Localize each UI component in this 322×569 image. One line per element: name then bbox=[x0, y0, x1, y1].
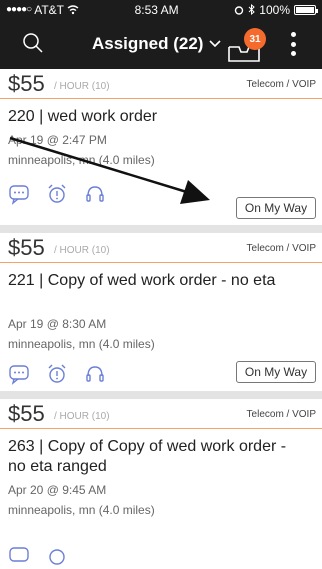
work-order-date: Apr 19 @ 8:30 AM bbox=[8, 317, 107, 331]
chat-icon[interactable] bbox=[8, 183, 30, 205]
price: $55 bbox=[8, 71, 45, 96]
work-order-date: Apr 19 @ 2:47 PM bbox=[8, 133, 107, 147]
work-order-title: 263 | Copy of Copy of wed work order - n… bbox=[8, 438, 287, 475]
clock: 8:53 AM bbox=[134, 2, 179, 17]
work-order-card[interactable]: $55 / HOUR (10) Telecom / VOIP 221 | Cop… bbox=[0, 233, 322, 391]
rate-unit: / HOUR (10) bbox=[54, 411, 110, 422]
category-tag: Telecom / VOIP bbox=[246, 409, 316, 420]
carrier-label: AT&T bbox=[34, 2, 64, 17]
headset-icon[interactable] bbox=[84, 363, 106, 385]
work-order-card[interactable]: $55 / HOUR (10) Telecom / VOIP 220 | wed… bbox=[0, 69, 322, 225]
page-title: Assigned (22) bbox=[92, 34, 204, 53]
work-order-location: minneapolis, mn (4.0 miles) bbox=[8, 503, 155, 517]
nav-bar: Assigned (22) 31 bbox=[0, 19, 322, 69]
category-tag: Telecom / VOIP bbox=[246, 79, 316, 90]
card-separator bbox=[0, 225, 322, 233]
rate-unit: / HOUR (10) bbox=[54, 245, 110, 256]
inbox-button[interactable]: 31 bbox=[227, 28, 269, 62]
category-tag: Telecom / VOIP bbox=[246, 243, 316, 254]
work-order-title: 220 | wed work order bbox=[8, 108, 158, 125]
battery-icon bbox=[294, 4, 318, 15]
alarm-clock-icon[interactable] bbox=[46, 545, 68, 567]
card-header: $55 / HOUR (10) Telecom / VOIP bbox=[0, 233, 322, 263]
price: $55 bbox=[8, 401, 45, 426]
on-my-way-button[interactable]: On My Way bbox=[236, 361, 316, 383]
alarm-icon bbox=[235, 5, 244, 15]
rate-unit: / HOUR (10) bbox=[54, 81, 110, 92]
card-actions bbox=[8, 363, 106, 385]
work-order-location: minneapolis, mn (4.0 miles) bbox=[8, 153, 155, 167]
card-separator bbox=[0, 391, 322, 399]
status-bar: ●●●●○ AT&T 8:53 AM 100% bbox=[0, 0, 322, 19]
chevron-down-icon bbox=[209, 40, 222, 48]
on-my-way-button[interactable]: On My Way bbox=[236, 197, 316, 219]
price: $55 bbox=[8, 235, 45, 260]
card-header: $55 / HOUR (10) Telecom / VOIP bbox=[0, 399, 322, 429]
chat-icon[interactable] bbox=[8, 363, 30, 385]
bluetooth-icon bbox=[248, 4, 256, 15]
work-order-card[interactable]: $55 / HOUR (10) Telecom / VOIP 263 | Cop… bbox=[0, 399, 322, 569]
alarm-clock-icon[interactable] bbox=[46, 183, 68, 205]
alarm-clock-icon[interactable] bbox=[46, 363, 68, 385]
dot bbox=[290, 51, 296, 56]
card-actions bbox=[8, 545, 68, 567]
wifi-icon bbox=[67, 4, 79, 14]
assigned-filter-dropdown[interactable]: Assigned (22) bbox=[92, 34, 222, 54]
card-actions bbox=[8, 183, 106, 205]
more-options-button[interactable] bbox=[286, 32, 300, 56]
work-order-title: 221 | Copy of wed work order - no eta bbox=[8, 272, 276, 289]
card-header: $55 / HOUR (10) Telecom / VOIP bbox=[0, 69, 322, 99]
work-order-date: Apr 20 @ 9:45 AM bbox=[8, 483, 107, 497]
notification-badge: 31 bbox=[244, 28, 266, 50]
battery-percent: 100% bbox=[259, 2, 290, 17]
signal-strength-icon: ●●●●○ bbox=[6, 4, 32, 15]
dot bbox=[290, 41, 296, 47]
dot bbox=[290, 32, 296, 37]
chat-icon[interactable] bbox=[8, 545, 30, 567]
work-order-location: minneapolis, mn (4.0 miles) bbox=[8, 337, 155, 351]
search-icon[interactable] bbox=[22, 32, 44, 54]
headset-icon[interactable] bbox=[84, 183, 106, 205]
